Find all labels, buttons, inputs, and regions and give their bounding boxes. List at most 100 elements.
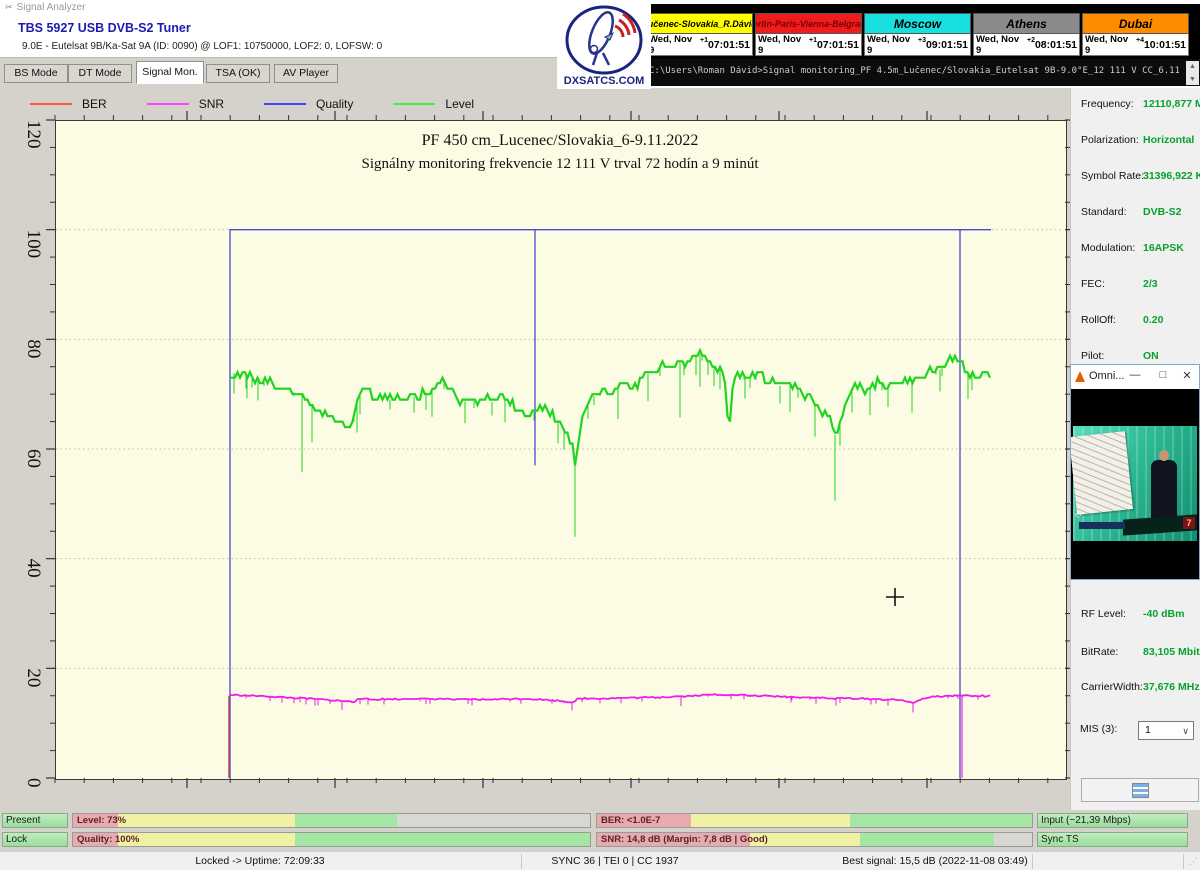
chevron-down-icon: ∨ [1182,723,1189,740]
tab-bs-mode[interactable]: BS Mode [4,64,68,83]
clock-date: Wed, Nov 9 [649,34,700,56]
panel-value: DVB-S2 [1143,206,1182,218]
app-icon: ✂ [5,0,13,14]
logo-text: DXSATCS.COM [557,75,651,87]
tab-dt-mode[interactable]: DT Mode [68,64,132,83]
tab-bar: BS ModeDT ModeSignal Mon.TSA (OK)AV Play… [0,57,645,89]
vlc-cone-icon [1075,371,1085,382]
clock-time-row: Wed, Nov 9+208:01:51 [973,34,1080,56]
panel-value: 0.20 [1143,314,1163,326]
clock-city: Moscow [864,13,971,34]
tuner-info: 9.0E - Eutelsat 9B/Ka-Sat 9A (ID: 0090) … [22,41,382,52]
resize-grip[interactable]: ⋰ [1189,856,1198,867]
panel-row-carrierwidth-: CarrierWidth:37,676 MHz [1081,681,1199,693]
scroll-up-icon[interactable]: ▲ [1189,61,1196,72]
mis-select[interactable]: 1 ∨ [1138,721,1194,740]
panel-row-frequency-: Frequency:12110,877 MHz [1081,98,1199,110]
panel-label: Modulation: [1081,242,1135,254]
omni-titlebar[interactable]: Omni... — □ ✕ [1071,365,1199,389]
newspaper-collage [1071,431,1133,514]
legend-label-ber: BER [82,97,107,111]
clock-city: Lučenec-Slovakia_R.Dávid [646,13,753,34]
gauge-bar-level: Level: 73% [72,813,591,828]
channel-7-logo: 7 [1183,517,1195,529]
legend-label-level: Level [445,97,474,111]
svg-text:100: 100 [23,230,44,259]
panel-label: CarrierWidth: [1081,681,1143,693]
clock-time-row: Wed, Nov 9+309:01:51 [864,34,971,56]
maximize-button[interactable]: □ [1155,369,1171,381]
panel-value: 2/3 [1143,278,1158,290]
panel-value: 83,105 Mbit/s [1143,646,1200,658]
panel-label: RollOff: [1081,314,1116,326]
video-frame[interactable]: ◇ 7 [1071,389,1199,579]
clock-time: 10:01:51 [1144,39,1186,51]
stream-list-button[interactable] [1081,778,1199,802]
gauge-bar-quality-label: Quality: 100% [77,834,139,845]
clock-utc-offset: +4 [1136,37,1144,44]
command-prompt[interactable]: C:\Users\Roman Dávid>Signal monitoring_P… [643,59,1200,86]
clock-time: 08:01:51 [1035,39,1077,51]
status-bar: Locked -> Uptime: 72:09:33 SYNC 36 | TEI… [0,851,1200,870]
tab-av-player[interactable]: AV Player [274,64,338,83]
gauge-bar-level-label: Level: 73% [77,815,126,826]
panel-value: Horizontal [1143,134,1194,146]
panel-label: RF Level: [1081,608,1126,620]
panel-row-rf-level-: RF Level: -40 dBm [1081,608,1199,620]
omni-window-title: Omni... [1089,370,1124,382]
watermark-icon: ◇ [1075,510,1081,519]
scroll-down-icon[interactable]: ▼ [1189,74,1196,85]
clock-utc-offset: +1 [700,37,708,44]
status-best-signal: Best signal: 15,5 dB (2022-11-08 03:49) [785,855,1085,867]
clock-date: Wed, Nov 9 [867,34,918,56]
status-divider [1032,854,1033,869]
close-button[interactable]: ✕ [1179,369,1195,382]
svg-text:40: 40 [23,559,44,578]
panel-row-rolloff-: RollOff: 0.20 [1081,314,1199,326]
panel-label: FEC: [1081,278,1105,290]
dxsatcs-logo: DXSATCS.COM [557,3,651,89]
clock-athens: AthensWed, Nov 9+208:01:51 [972,12,1081,59]
panel-value: 37,676 MHz [1143,681,1200,693]
window-title: Signal Analyzer [17,2,86,13]
clock-city: Athens [973,13,1080,34]
caption-banner [1079,522,1125,529]
clock-time: 07:01:51 [817,39,859,51]
mis-selected-value: 1 [1145,724,1151,736]
gauge-flag-input-21-39-mbps-: Input (~21,39 Mbps) [1037,813,1188,828]
gauge-flag-present: Present [2,813,68,828]
panel-label: Pilot: [1081,350,1104,362]
legend-line-ber [30,103,72,105]
tab-tsa-ok-[interactable]: TSA (OK) [206,64,270,83]
minimize-button[interactable]: — [1127,369,1143,381]
svg-text:20: 20 [23,668,44,687]
clock-berlin-paris-vienna-belgrade: Berlin-Paris-Vienna-BelgradeWed, Nov 9+1… [754,12,863,59]
panel-value: -40 dBm [1143,608,1184,620]
svg-text:80: 80 [23,339,44,358]
presenter-figure [1151,460,1177,520]
gauge-segment [118,833,295,846]
presenter-head [1159,450,1169,461]
legend-line-quality [264,103,306,105]
world-clocks: Lučenec-Slovakia_R.DávidWed, Nov 9+107:0… [645,12,1191,59]
panel-row-pilot-: Pilot:ON [1081,350,1199,362]
gauge-segment [118,814,295,827]
clock-time: 07:01:51 [708,39,750,51]
status-lock-uptime: Locked -> Uptime: 72:09:33 [90,855,430,867]
legend-line-level [393,103,435,105]
gauge-bar-snr-label: SNR: 14,8 dB (Margin: 7,8 dB | Good) [601,834,768,845]
omni-player-window: Omni... — □ ✕ ◇ 7 [1070,364,1200,580]
gauge-segment [397,814,590,827]
legend-label-quality: Quality [316,97,353,111]
panel-row-modulation-: Modulation: 16APSK [1081,242,1199,254]
tab-signal-mon-[interactable]: Signal Mon. [136,61,204,84]
console-scrollbar[interactable]: ▲ ▼ [1186,61,1199,85]
chart-plot[interactable] [55,120,1067,780]
chart-title: PF 450 cm_Lucenec/Slovakia_6-9.11.2022 [160,132,960,150]
panel-row-polarization-: Polarization:Horizontal [1081,134,1199,146]
gauge-segment [860,833,994,846]
gauge-segment [295,833,590,846]
svg-text:60: 60 [23,449,44,468]
panel-value: 16APSK [1143,242,1184,254]
gauge-segment [691,814,850,827]
